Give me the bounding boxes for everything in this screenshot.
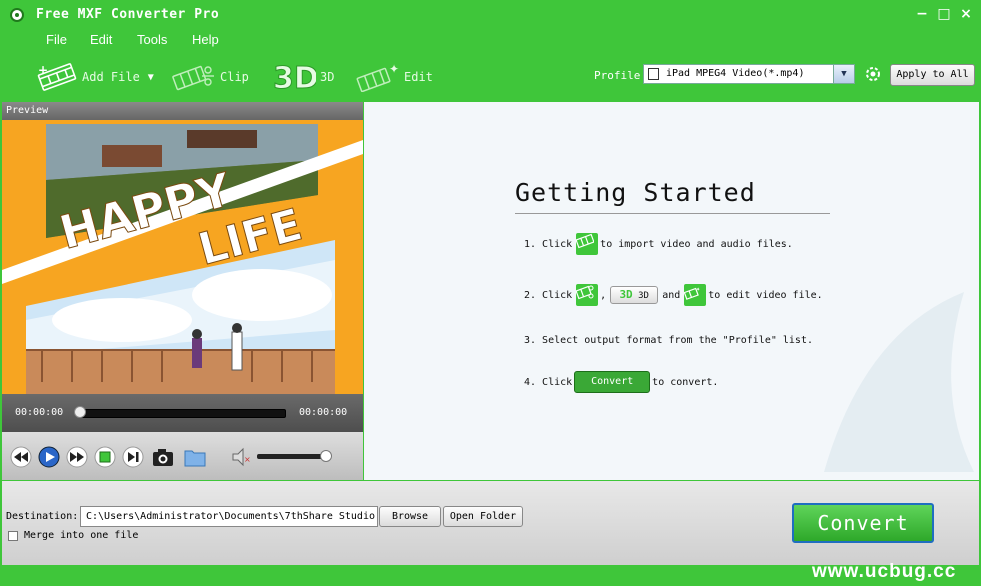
menu-file[interactable]: File	[46, 32, 67, 47]
chevron-down-icon[interactable]: ▼	[833, 65, 854, 83]
destination-field[interactable]: C:\Users\Administrator\Documents\7thShar…	[80, 506, 378, 527]
step-2-comma: ,	[600, 289, 607, 301]
document-icon	[648, 68, 659, 80]
settings-gear-icon[interactable]	[863, 65, 883, 83]
play-icon[interactable]	[38, 446, 60, 468]
maximize-button[interactable]: □	[936, 6, 952, 22]
chevron-down-icon[interactable]: ▼	[148, 72, 154, 83]
close-button[interactable]: ×	[958, 6, 974, 22]
step-1: 1. Click to import video and audio files…	[524, 233, 793, 255]
svg-text:3D: 3D	[273, 61, 316, 94]
clip-icon	[575, 284, 599, 306]
app-logo-icon	[10, 8, 24, 22]
seek-slider-thumb[interactable]	[74, 406, 86, 418]
edit-label: Edit	[404, 70, 433, 84]
svg-text:✦: ✦	[696, 285, 701, 293]
browse-button[interactable]: Browse	[379, 506, 441, 527]
step-2-prefix: 2. Click	[524, 289, 573, 301]
clip-scissors-icon	[172, 65, 214, 91]
film-icon: +	[37, 63, 77, 91]
next-frame-icon[interactable]	[122, 446, 144, 468]
3d-icon: 3D	[273, 61, 317, 95]
step-1-prefix: 1. Click	[524, 238, 573, 250]
title-bar: Free MXF Converter Pro − □ ×	[0, 0, 981, 30]
edit-button[interactable]: ✦ Edit	[356, 60, 433, 94]
profile-select[interactable]: iPad MPEG4 Video(*.mp4) ▼	[643, 64, 855, 84]
preview-screen: HAPPY LIFE	[2, 120, 363, 394]
step-2-and: and	[662, 289, 681, 301]
add-file-icon	[575, 233, 599, 255]
volume-slider-thumb[interactable]	[319, 450, 332, 462]
menu-help[interactable]: Help	[192, 32, 219, 47]
volume-slider[interactable]	[257, 454, 327, 459]
step-2-suffix: to edit video file.	[708, 289, 823, 301]
total-time: 00:00:00	[299, 407, 348, 418]
title-divider	[515, 213, 830, 214]
clip-label: Clip	[220, 70, 249, 84]
add-file-label: Add File	[82, 70, 140, 84]
step-3-text: 3. Select output format from the "Profil…	[524, 335, 813, 346]
clip-button[interactable]: Clip	[172, 60, 249, 94]
window-title: Free MXF Converter Pro	[36, 7, 220, 22]
preview-image	[2, 120, 363, 394]
timeline-bar: 00:00:00 00:00:00	[2, 394, 363, 432]
3d-mini-label: 3D	[638, 291, 649, 301]
destination-label: Destination:	[6, 511, 79, 522]
edit-icon: ✦	[683, 284, 707, 306]
stop-icon[interactable]	[94, 446, 116, 468]
menu-edit[interactable]: Edit	[90, 32, 112, 47]
getting-started-title: Getting Started	[515, 178, 756, 207]
playback-controls: ×	[2, 432, 363, 480]
svg-text:×: ×	[244, 455, 251, 464]
step-3: 3. Select output format from the "Profil…	[524, 335, 813, 346]
volume-icon[interactable]: ×	[230, 446, 252, 468]
3d-label: 3D	[320, 70, 335, 84]
3d-button[interactable]: 3D 3D	[272, 60, 335, 95]
apply-to-all-button[interactable]: Apply to All	[890, 64, 975, 86]
3d-glyph-icon: 3D	[619, 288, 633, 301]
getting-started-panel: Getting Started 1. Click to import video…	[364, 102, 979, 480]
svg-text:+: +	[38, 63, 48, 77]
folder-icon[interactable]	[184, 446, 206, 468]
step-4-suffix: to convert.	[652, 376, 719, 388]
merge-checkbox[interactable]	[8, 531, 18, 541]
convert-button[interactable]: Convert	[792, 503, 934, 543]
open-folder-button[interactable]: Open Folder	[443, 506, 523, 527]
fast-forward-icon[interactable]	[66, 446, 88, 468]
add-file-button[interactable]: + Add File ▼	[36, 60, 154, 94]
3d-mini-button: 3D 3D	[610, 286, 659, 304]
step-2: 2. Click , 3D 3D and ✦ to edit video fil…	[524, 284, 823, 306]
profile-value: iPad MPEG4 Video(*.mp4)	[666, 68, 805, 79]
output-panel: Destination: C:\Users\Administrator\Docu…	[2, 481, 979, 565]
current-time: 00:00:00	[15, 407, 64, 418]
menu-tools[interactable]: Tools	[137, 32, 167, 47]
seek-slider[interactable]	[78, 409, 286, 418]
minimize-button[interactable]: −	[914, 6, 930, 22]
edit-wand-icon: ✦	[356, 62, 399, 92]
rewind-icon[interactable]	[10, 446, 32, 468]
menu-bar: File Edit Tools Help	[0, 30, 400, 50]
step-4-prefix: 4. Click	[524, 376, 573, 388]
convert-mini-button: Convert	[574, 371, 651, 393]
step-1-suffix: to import video and audio files.	[600, 238, 793, 250]
profile-label: Profile:	[594, 69, 647, 82]
svg-text:✦: ✦	[389, 62, 399, 76]
watermark-text: www.ucbug.cc	[812, 561, 957, 582]
camera-icon[interactable]	[152, 446, 174, 468]
preview-header: Preview	[2, 102, 363, 120]
step-4: 4. Click Convert to convert.	[524, 371, 718, 393]
merge-label: Merge into one file	[24, 530, 139, 541]
